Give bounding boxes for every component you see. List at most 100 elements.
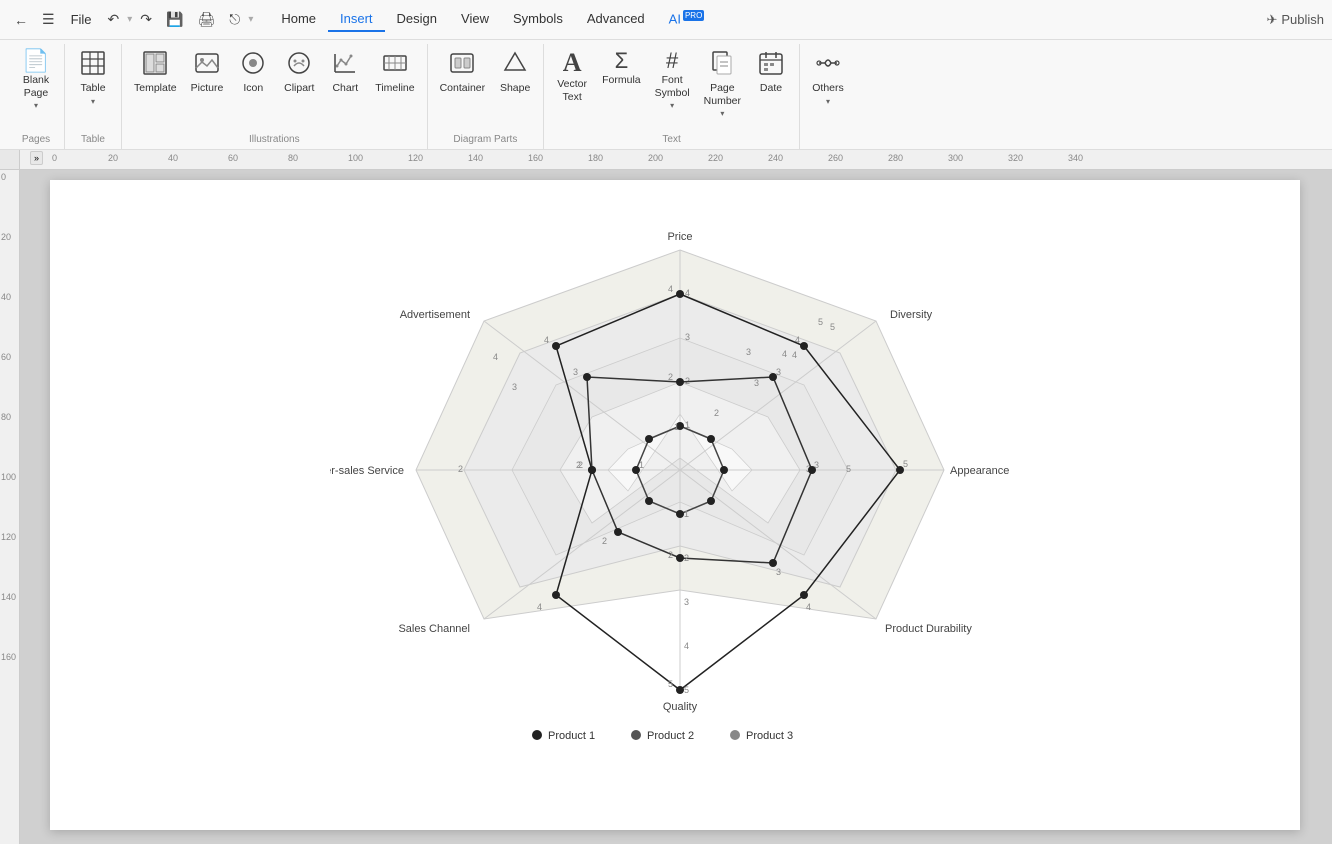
template-button[interactable]: Template (128, 44, 183, 99)
font-symbol-label: FontSymbol (655, 74, 690, 99)
others-button[interactable]: Others ▾ (806, 44, 850, 110)
picture-button[interactable]: Picture (185, 44, 230, 99)
svg-text:3: 3 (684, 597, 689, 607)
blank-page-button[interactable]: 📄 BlankPage ▾ (14, 44, 58, 114)
chart-icon (332, 50, 358, 80)
ruler-v-40: 40 (1, 292, 11, 302)
menu-bar: ← ☰ File ↶ ▾ ↷ 💾 🖨 ⎋ ▾ Home Insert Desig… (0, 0, 1332, 40)
p3-appearance (720, 466, 728, 474)
others-label: Others (812, 82, 844, 95)
ribbon-group-diagram: Container Shape Diagram Parts (428, 44, 545, 149)
container-button[interactable]: Container (434, 44, 492, 99)
p2-advert (583, 373, 591, 381)
svg-text:4: 4 (806, 602, 811, 612)
axis-advertisement: Advertisement (400, 309, 470, 321)
chart-label: Chart (332, 82, 358, 95)
timeline-button[interactable]: Timeline (369, 44, 420, 99)
print-button[interactable]: 🖨 (191, 7, 221, 32)
collapse-button[interactable]: » (30, 151, 43, 165)
tab-home[interactable]: Home (269, 7, 328, 32)
publish-icon: ✈ (1266, 12, 1277, 28)
ribbon-group-text: A VectorText Σ Formula # FontSymbol ▾ (544, 44, 800, 149)
redo-button[interactable]: ↷ (134, 7, 158, 32)
undo-button[interactable]: ↶ (102, 7, 126, 32)
axis-quality: Quality (663, 701, 698, 713)
tick-div-5: 5 (818, 317, 823, 327)
tab-ai[interactable]: AIPRO (657, 7, 717, 32)
ribbon-group-pages: 📄 BlankPage ▾ Pages (8, 44, 65, 149)
p2-aftersales (588, 466, 596, 474)
tab-view[interactable]: View (449, 7, 501, 32)
ruler-tick-260: 260 (828, 153, 843, 163)
page-number-button[interactable]: PageNumber ▾ (698, 44, 747, 122)
diagram-group-label: Diagram Parts (453, 134, 517, 145)
ruler-tick-60: 60 (228, 153, 238, 163)
svg-text:2: 2 (668, 372, 673, 382)
svg-text:3: 3 (776, 567, 781, 577)
axis-appearance: Appearance (950, 465, 1009, 477)
table-button[interactable]: Table ▾ (71, 44, 115, 110)
export-button[interactable]: ⎋ (223, 7, 246, 32)
svg-text:3: 3 (814, 460, 819, 470)
icon-icon (240, 50, 266, 80)
p3-proddur (707, 497, 715, 505)
svg-text:2: 2 (576, 460, 581, 470)
menu-tabs: Home Insert Design View Symbols Advanced… (269, 7, 1262, 32)
vector-text-label: VectorText (557, 78, 587, 103)
text-group-label: Text (662, 134, 680, 145)
ruler-tick-200: 200 (648, 153, 663, 163)
shape-label: Shape (500, 82, 530, 95)
save-button[interactable]: 💾 (160, 7, 189, 32)
hamburger-button[interactable]: ☰ (36, 7, 61, 32)
table-arrow: ▾ (91, 97, 95, 106)
tab-symbols[interactable]: Symbols (501, 7, 575, 32)
p1-price (676, 290, 684, 298)
ribbon: 📄 BlankPage ▾ Pages Table (0, 40, 1332, 150)
formula-button[interactable]: Σ Formula (596, 44, 647, 91)
p2-quality (676, 554, 684, 562)
legend-dot-2 (631, 730, 641, 740)
svg-text:2: 2 (714, 408, 719, 418)
p2-proddur (769, 559, 777, 567)
svg-text:4: 4 (544, 335, 549, 345)
ruler-v-0: 0 (1, 172, 6, 182)
svg-text:1: 1 (639, 460, 644, 470)
font-symbol-arrow: ▾ (670, 101, 674, 110)
publish-button[interactable]: ✈ Publish (1266, 12, 1324, 28)
shape-icon (502, 50, 528, 80)
ribbon-group-others: Others ▾ (800, 44, 856, 149)
ribbon-group-table-items: Table ▾ (71, 44, 115, 132)
axis-price: Price (667, 231, 692, 243)
date-button[interactable]: Date (749, 44, 793, 99)
ribbon-group-diagram-items: Container Shape (434, 44, 538, 132)
page-number-label: PageNumber (704, 82, 741, 107)
file-button[interactable]: File (63, 8, 100, 31)
icon-button[interactable]: Icon (231, 44, 275, 99)
tab-design[interactable]: Design (385, 7, 449, 32)
chart-button[interactable]: Chart (323, 44, 367, 99)
svg-text:5: 5 (668, 679, 673, 689)
clipart-button[interactable]: Clipart (277, 44, 321, 99)
ruler-v-60: 60 (1, 352, 11, 362)
vector-text-button[interactable]: A VectorText (550, 44, 594, 107)
ruler-corner (0, 150, 20, 170)
ribbon-group-pages-items: 📄 BlankPage ▾ (14, 44, 58, 132)
back-button[interactable]: ← (8, 8, 34, 32)
ruler-tick-120: 120 (408, 153, 423, 163)
tick-as-2: 2 (458, 464, 463, 474)
shape-button[interactable]: Shape (493, 44, 537, 99)
svg-text:3: 3 (776, 367, 781, 377)
font-symbol-button[interactable]: # FontSymbol ▾ (649, 44, 696, 114)
svg-text:5: 5 (830, 322, 835, 332)
undo-arrow: ▾ (127, 14, 132, 25)
timeline-label: Timeline (375, 82, 414, 95)
tab-advanced[interactable]: Advanced (575, 7, 657, 32)
radar-chart: .ring-fill { fill: #f5f5f0; stroke: #ddd… (330, 200, 1030, 780)
tab-insert[interactable]: Insert (328, 7, 385, 32)
ribbon-group-table: Table ▾ Table (65, 44, 122, 149)
vector-text-icon: A (563, 50, 582, 76)
svg-text:3: 3 (573, 367, 578, 377)
p2-price (676, 378, 684, 386)
ruler-tick-100: 100 (348, 153, 363, 163)
tick-adv-3: 3 (512, 382, 517, 392)
